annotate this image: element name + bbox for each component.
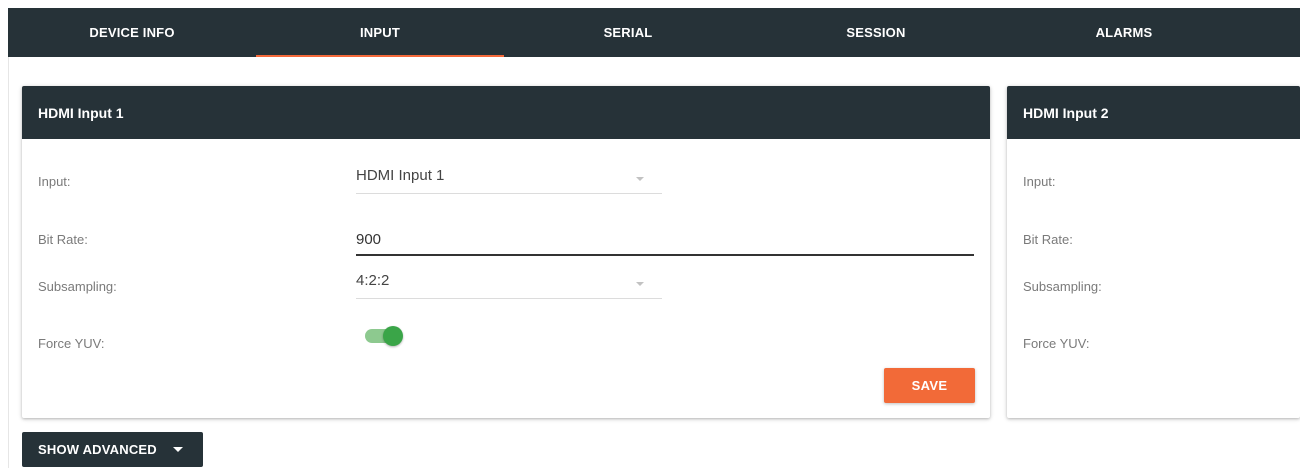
chevron-down-icon [636, 282, 644, 286]
input-label: Input: [38, 174, 71, 189]
bitrate-label: Bit Rate: [38, 232, 88, 247]
tab-alarms[interactable]: ALARMS [1000, 8, 1248, 57]
force-yuv-toggle[interactable] [365, 326, 403, 346]
input-select[interactable]: HDMI Input 1 [356, 160, 662, 194]
tab-device-info[interactable]: DEVICE INFO [8, 8, 256, 57]
subsampling-label: Subsampling: [1023, 279, 1102, 294]
tab-session[interactable]: SESSION [752, 8, 1000, 57]
hdmi-input-1-card: HDMI Input 1 Input: HDMI Input 1 Bit Rat… [22, 86, 990, 418]
card-title: HDMI Input 1 [22, 86, 990, 139]
subsampling-select[interactable]: 4:2:2 [356, 265, 662, 299]
show-advanced-button[interactable]: SHOW ADVANCED [22, 432, 203, 467]
card-title: HDMI Input 2 [1007, 86, 1300, 139]
tab-input[interactable]: INPUT [256, 8, 504, 57]
subsampling-label: Subsampling: [38, 279, 117, 294]
hdmi-input-2-card: HDMI Input 2 Input: Bit Rate: Subsamplin… [1007, 86, 1300, 418]
bitrate-input[interactable] [356, 224, 974, 256]
toggle-thumb [383, 326, 403, 346]
force-yuv-label: Force YUV: [38, 336, 105, 351]
page-divider [8, 57, 9, 468]
bitrate-label: Bit Rate: [1023, 232, 1073, 247]
input-select-value: HDMI Input 1 [356, 167, 445, 184]
show-advanced-label: SHOW ADVANCED [38, 442, 157, 457]
subsampling-select-value: 4:2:2 [356, 272, 390, 289]
caret-down-icon [172, 447, 183, 452]
input-label: Input: [1023, 174, 1056, 189]
tab-serial[interactable]: SERIAL [504, 8, 752, 57]
chevron-down-icon [636, 177, 644, 181]
top-tab-bar: DEVICE INFO INPUT SERIAL SESSION ALARMS [8, 8, 1300, 57]
save-button[interactable]: SAVE [884, 368, 975, 403]
force-yuv-label: Force YUV: [1023, 336, 1090, 351]
